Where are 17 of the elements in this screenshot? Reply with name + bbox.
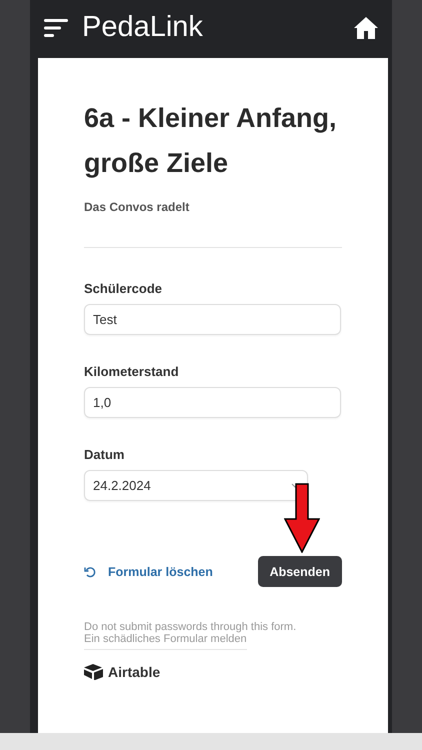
field-label: Datum xyxy=(84,447,126,462)
input-field[interactable]: 1,0 xyxy=(84,387,341,418)
field-label: Kilometerstand xyxy=(84,364,180,379)
menu-icon[interactable] xyxy=(44,18,68,36)
airtable-logo-icon xyxy=(84,664,104,680)
clear-form-button[interactable]: Formular löschen xyxy=(84,564,213,578)
arrow-drawing xyxy=(284,483,320,553)
password-notice: Do not submit passwords through this form. xyxy=(84,621,298,633)
reset-icon xyxy=(84,566,96,578)
app-title: PedaLink xyxy=(82,11,204,44)
brand-name: Airtable xyxy=(108,664,160,680)
input-field[interactable]: Test xyxy=(84,304,341,335)
home-icon[interactable] xyxy=(354,16,378,38)
form-title: 6a - Kleiner Anfang, große Ziele xyxy=(84,102,338,180)
form-subtitle: Das Convos radelt xyxy=(84,200,190,214)
field-label: Schülercode xyxy=(84,281,164,296)
submit-button[interactable]: Absenden xyxy=(258,556,342,587)
